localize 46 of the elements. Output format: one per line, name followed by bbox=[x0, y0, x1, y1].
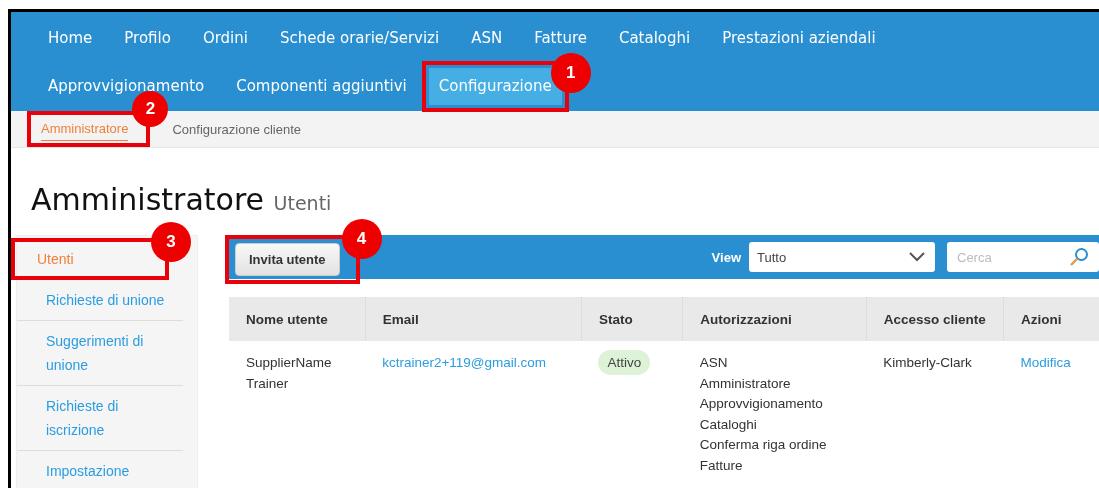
nav-tab[interactable]: Home bbox=[38, 24, 103, 53]
view-dropdown[interactable]: Tutto bbox=[749, 242, 935, 272]
column-header: Azioni bbox=[1003, 297, 1099, 341]
nav-tab[interactable]: Configurazione bbox=[428, 68, 562, 105]
column-header: Autorizzazioni bbox=[682, 297, 867, 341]
table-cell: SupplierName Trainer bbox=[229, 341, 366, 488]
permission-text: Cataloghi bbox=[699, 415, 758, 434]
view-label: View bbox=[711, 249, 741, 265]
search-icon bbox=[1069, 247, 1089, 267]
callout-number: 2 bbox=[132, 91, 169, 127]
page-subtitle: Utenti bbox=[273, 192, 332, 214]
nav-tab[interactable]: Profilo bbox=[114, 24, 181, 53]
nav-tab[interactable]: Ordini bbox=[192, 24, 258, 53]
chevron-down-icon bbox=[909, 252, 925, 262]
callout-number: 3 bbox=[151, 222, 191, 262]
nav-tab[interactable]: Fatture bbox=[524, 24, 597, 53]
page-title: Amministratore bbox=[31, 182, 264, 217]
nav-tab[interactable]: Cataloghi bbox=[608, 24, 701, 53]
column-header: Nome utente bbox=[229, 297, 366, 341]
sub-nav-tab[interactable]: Amministratore bbox=[41, 117, 129, 141]
permission-text: ASN bbox=[699, 354, 729, 372]
column-header: Stato bbox=[581, 297, 683, 341]
email-link[interactable]: kctrainer2+119@gmail.com bbox=[382, 355, 547, 370]
sidebar-item[interactable]: Richieste di unione bbox=[17, 280, 183, 321]
permission-text: Amministratore bbox=[699, 374, 792, 393]
sidebar-item[interactable]: Richieste di iscrizione bbox=[17, 386, 183, 451]
sidebar-item[interactable]: Impostazione bbox=[17, 451, 183, 488]
nav-tab[interactable]: Prestazioni aziendali bbox=[712, 24, 886, 53]
column-header: Email bbox=[365, 297, 582, 341]
sub-nav-tab[interactable]: Configurazione cliente bbox=[172, 117, 302, 141]
status-badge: Attivo bbox=[598, 350, 651, 375]
nav-tab[interactable]: ASN bbox=[461, 24, 513, 53]
sidebar-item[interactable]: Utenti bbox=[15, 242, 74, 276]
column-header: Accesso cliente bbox=[866, 297, 1004, 341]
table-cell: Kimberly-Clark bbox=[866, 341, 1004, 488]
invite-user-button[interactable]: Invita utente bbox=[235, 243, 340, 276]
permission-text: Conferma riga ordine bbox=[699, 436, 828, 454]
permission-text: Fatture bbox=[699, 456, 744, 475]
nav-tab[interactable]: Schede orarie/Servizi bbox=[269, 24, 450, 53]
sidebar-item[interactable]: Suggerimenti di unione bbox=[17, 321, 183, 386]
edit-link[interactable]: Modifica bbox=[1020, 355, 1071, 370]
search-field[interactable]: Cerca bbox=[947, 242, 1099, 272]
nav-tab[interactable]: Componenti aggiuntivi bbox=[226, 72, 417, 101]
callout-number: 4 bbox=[341, 219, 382, 259]
callout-number: 1 bbox=[550, 53, 591, 93]
permission-text: Approvvigionamento bbox=[699, 395, 824, 413]
